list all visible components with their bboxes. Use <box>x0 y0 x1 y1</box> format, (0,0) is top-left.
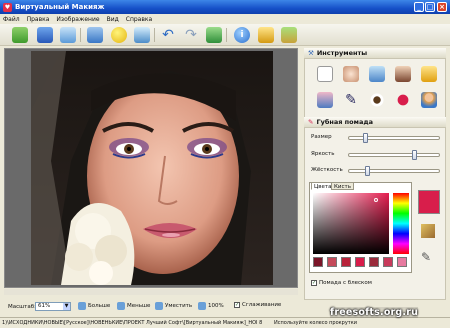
menu-edit[interactable]: Правка <box>27 16 50 23</box>
palette-swatch-1[interactable] <box>313 257 323 267</box>
print-icon[interactable] <box>60 27 76 43</box>
size-slider[interactable] <box>348 133 440 143</box>
apply-icon[interactable] <box>206 27 222 43</box>
application-window: ♥ Виртуальный Макияж _ □ × Файл Правка И… <box>0 0 450 328</box>
app-icon: ♥ <box>3 2 12 12</box>
minimize-button[interactable]: _ <box>414 2 424 12</box>
toolbar-separator <box>226 28 227 42</box>
concealer-tool-icon[interactable] <box>395 66 411 82</box>
actual-size-button[interactable]: 100% <box>198 302 224 310</box>
menu-image[interactable]: Изображение <box>56 16 99 23</box>
lipstick-header: ✎ Губная помада <box>304 117 446 128</box>
status-bar: 1)\ИСХОДНИКИ\НОВЫЕ\[Русское]\НОВЕНЬКИЕ\П… <box>0 317 450 328</box>
coins-icon[interactable] <box>258 27 274 43</box>
color-gradient-field[interactable] <box>313 193 389 254</box>
gloss-checkbox[interactable]: ✓ <box>311 280 317 286</box>
foundation-tool-icon[interactable] <box>369 66 385 82</box>
brightness-slider-thumb[interactable] <box>412 150 417 160</box>
toolbar-separator <box>154 28 155 42</box>
selected-color-swatch[interactable] <box>418 190 440 214</box>
sparkle-tool-icon[interactable] <box>421 66 437 82</box>
fit-icon <box>155 302 163 310</box>
zoom-in-button[interactable]: Больше <box>78 302 110 310</box>
smoothing-option[interactable]: ✓ Сглаживание <box>234 302 281 308</box>
color-picker-cursor[interactable] <box>374 198 378 202</box>
eye-tool-icon[interactable] <box>369 92 385 108</box>
lips-tool-icon[interactable] <box>395 92 411 108</box>
zoom-in-label: Больше <box>88 303 111 309</box>
toolbar: ↶ ↷ i <box>0 24 450 46</box>
title-bar: ♥ Виртуальный Макияж _ □ × <box>0 0 450 14</box>
fit-label: Уместить <box>165 303 193 309</box>
pencil-tool-icon[interactable]: ✎ <box>343 92 359 108</box>
toolbar-separator <box>80 28 81 42</box>
actual-size-icon <box>198 302 206 310</box>
watermark-text: freesofts.org.ru <box>330 307 419 318</box>
palette-swatch-7[interactable] <box>397 257 407 267</box>
status-path: 1)\ИСХОДНИКИ\НОВЫЕ\[Русское]\НОВЕНЬКИЕ\П… <box>2 320 262 326</box>
smoothing-checkbox[interactable]: ✓ <box>234 302 240 308</box>
palette-swatch-4[interactable] <box>355 257 365 267</box>
zoom-select[interactable]: 61% ▼ <box>35 302 71 311</box>
gloss-option[interactable]: ✓ Помада с блеском <box>311 280 372 286</box>
close-button[interactable]: × <box>437 2 447 12</box>
menu-view[interactable]: Вид <box>107 16 119 23</box>
eyeshadow-tool-icon[interactable] <box>317 92 333 108</box>
portrait-photo[interactable] <box>31 51 273 285</box>
actual-size-label: 100% <box>208 303 224 309</box>
palette-swatch-6[interactable] <box>383 257 393 267</box>
powder-tool-icon[interactable] <box>343 66 359 82</box>
tools-icon: ⚒ <box>308 49 314 57</box>
color-picker: Цвета Кисть <box>309 182 412 273</box>
fill-bucket-icon[interactable] <box>421 224 435 238</box>
size-slider-thumb[interactable] <box>362 133 368 143</box>
gloss-label: Помада с блеском <box>319 280 372 286</box>
brightness-label: Яркость <box>311 151 335 157</box>
tools-header: ⚒ Инструменты <box>304 48 446 59</box>
info-icon[interactable]: i <box>234 27 250 43</box>
box-icon[interactable] <box>281 27 297 43</box>
hue-slider[interactable] <box>393 193 409 254</box>
menu-file[interactable]: Файл <box>3 16 20 23</box>
palette-swatch-5[interactable] <box>369 257 379 267</box>
lipstick-title: Губная помада <box>316 118 373 126</box>
smoothing-label: Сглаживание <box>242 302 282 308</box>
hardness-slider-thumb[interactable] <box>365 166 371 176</box>
hardness-slider[interactable] <box>348 166 440 176</box>
undo-icon[interactable]: ↶ <box>160 27 176 43</box>
redo-icon[interactable]: ↷ <box>183 27 199 43</box>
tools-title: Инструменты <box>316 49 368 57</box>
open-icon[interactable] <box>12 27 28 43</box>
size-label: Размер <box>311 134 332 140</box>
help-book-icon[interactable] <box>87 27 103 43</box>
canvas-area[interactable] <box>4 48 298 288</box>
status-hint: Используйте колесо прокрутки <box>274 320 357 326</box>
zoom-out-icon <box>117 302 125 310</box>
fit-button[interactable]: Уместить <box>155 302 192 310</box>
palette-swatch-3[interactable] <box>341 257 351 267</box>
maximize-button[interactable]: □ <box>425 2 435 12</box>
menu-bar: Файл Правка Изображение Вид Справка <box>0 14 450 24</box>
eyedropper-icon[interactable]: ✎ <box>421 250 435 264</box>
monitor-icon[interactable] <box>134 27 150 43</box>
zoom-out-button[interactable]: Меньше <box>117 302 150 310</box>
person-tool-icon[interactable] <box>421 92 437 108</box>
tab-brush[interactable]: Кисть <box>331 182 354 190</box>
brush-tool-icon[interactable] <box>317 66 333 82</box>
window-title: Виртуальный Макияж <box>15 3 105 11</box>
palette-swatch-2[interactable] <box>327 257 337 267</box>
brightness-slider[interactable] <box>348 150 440 160</box>
hardness-label: Жёсткость <box>311 167 343 173</box>
zoom-in-icon <box>78 302 86 310</box>
menu-help[interactable]: Справка <box>126 16 152 23</box>
zoom-out-label: Меньше <box>127 303 151 309</box>
lipstick-icon: ✎ <box>308 118 314 126</box>
smiley-icon[interactable] <box>111 27 127 43</box>
zoom-value: 61% <box>38 303 51 309</box>
chevron-down-icon[interactable]: ▼ <box>63 303 70 310</box>
save-icon[interactable] <box>37 27 53 43</box>
horizontal-scrollbar[interactable] <box>4 289 298 295</box>
zoom-label: Масштаб: <box>8 304 36 310</box>
